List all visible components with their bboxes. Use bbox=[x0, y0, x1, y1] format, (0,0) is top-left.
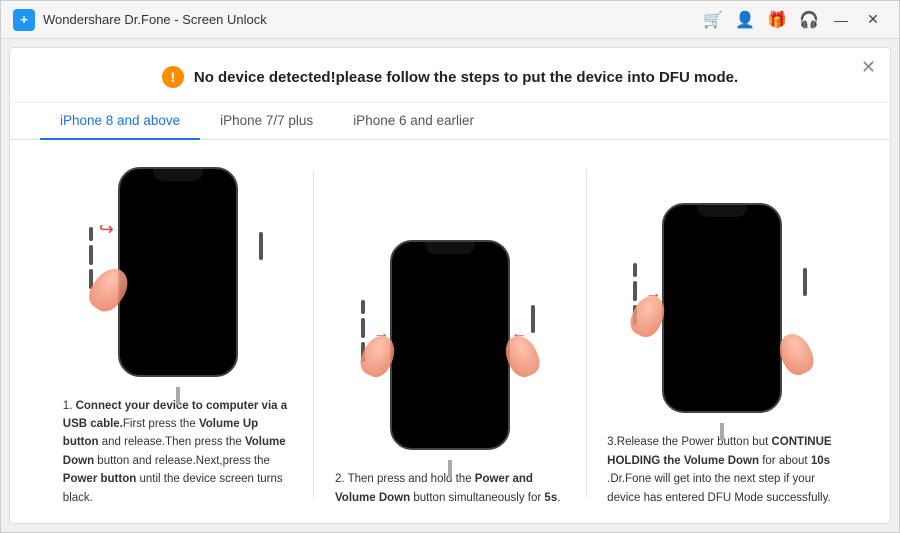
app-logo: + bbox=[13, 9, 35, 31]
notice-text: No device detected!please follow the ste… bbox=[194, 69, 738, 86]
phone-3-body bbox=[662, 203, 782, 413]
titlebar: + Wondershare Dr.Fone - Screen Unlock 🛒 … bbox=[1, 1, 899, 39]
tab-iphone6[interactable]: iPhone 6 and earlier bbox=[333, 103, 494, 140]
phone-1-wrapper: ↪ bbox=[103, 167, 253, 387]
phone-1-body bbox=[118, 167, 238, 377]
phone-1-cable bbox=[176, 387, 180, 405]
phone-3-notch bbox=[697, 205, 747, 217]
phone-1-notch bbox=[153, 169, 203, 181]
step-2: → ← 2. Then press and hold the Power and… bbox=[330, 240, 570, 507]
notice-bar: ! No device detected!please follow the s… bbox=[10, 48, 890, 103]
phone-2-body bbox=[390, 240, 510, 450]
gift-icon[interactable]: 🎁 bbox=[767, 10, 787, 30]
phone-2-cable bbox=[448, 460, 452, 478]
tab-iphone7[interactable]: iPhone 7/7 plus bbox=[200, 103, 333, 140]
headset-icon[interactable]: 🎧 bbox=[799, 10, 819, 30]
divider-1 bbox=[313, 170, 314, 497]
content-panel: ✕ ! No device detected!please follow the… bbox=[9, 47, 891, 524]
step-1: ↪ 1. Connect your device to computer via… bbox=[58, 167, 298, 507]
phone-1-screen bbox=[120, 169, 236, 375]
instruction-area: ↪ 1. Connect your device to computer via… bbox=[10, 140, 890, 523]
user-icon[interactable]: 👤 bbox=[735, 10, 755, 30]
phone-3-screen bbox=[664, 205, 780, 411]
phone-3-wrapper: → bbox=[647, 203, 797, 423]
tab-bar: iPhone 8 and above iPhone 7/7 plus iPhon… bbox=[10, 103, 890, 140]
minimize-button[interactable]: — bbox=[827, 6, 855, 34]
step-3-text: 3.Release the Power button but CONTINUE … bbox=[607, 433, 837, 507]
arrow-volume-up: ↪ bbox=[99, 219, 114, 240]
window-title: Wondershare Dr.Fone - Screen Unlock bbox=[43, 12, 703, 27]
close-button[interactable]: ✕ bbox=[859, 6, 887, 34]
divider-2 bbox=[586, 170, 587, 497]
phone-2-notch bbox=[425, 242, 475, 254]
step-1-text: 1. Connect your device to computer via a… bbox=[63, 397, 293, 507]
main-window: + Wondershare Dr.Fone - Screen Unlock 🛒 … bbox=[0, 0, 900, 533]
warning-icon: ! bbox=[162, 66, 184, 88]
phone-2-screen bbox=[392, 242, 508, 448]
phones-container: ↪ 1. Connect your device to computer via… bbox=[30, 150, 870, 507]
tab-iphone8[interactable]: iPhone 8 and above bbox=[40, 103, 200, 140]
step-3: → 3.Release the Power button but CONTINU… bbox=[602, 203, 842, 507]
phone-3-cable bbox=[720, 423, 724, 441]
phone-2-wrapper: → ← bbox=[375, 240, 525, 460]
cart-icon[interactable]: 🛒 bbox=[703, 10, 723, 30]
titlebar-icons: 🛒 👤 🎁 🎧 bbox=[703, 10, 819, 30]
modal-close-button[interactable]: ✕ bbox=[861, 58, 876, 76]
window-controls: — ✕ bbox=[827, 6, 887, 34]
